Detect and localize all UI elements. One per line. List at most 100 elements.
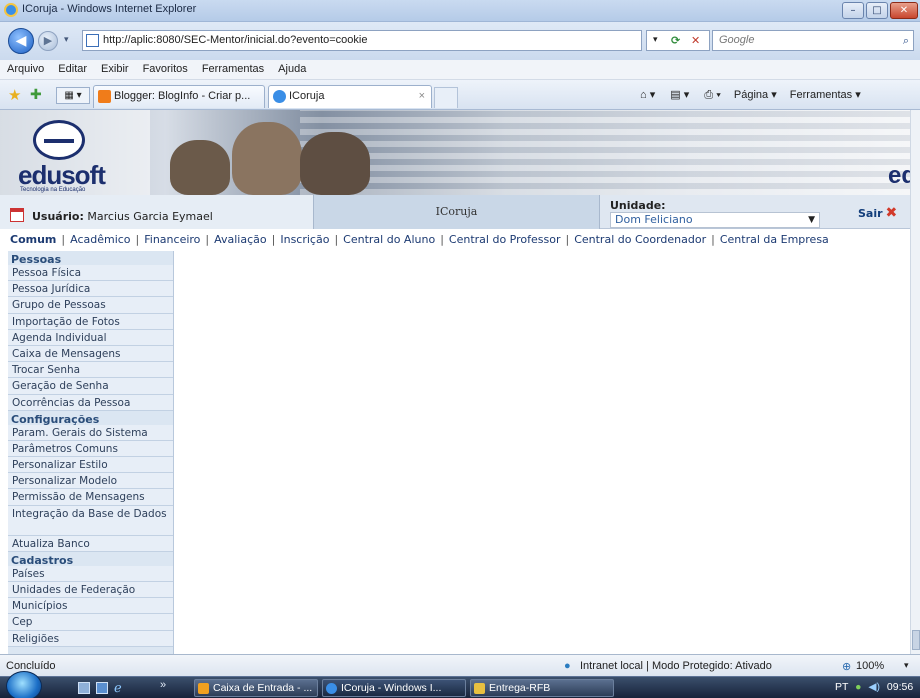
history-dropdown-icon[interactable]: ▾ [64, 35, 69, 45]
volume-icon[interactable]: ◀) [868, 681, 880, 693]
favorites-star-icon[interactable]: ★ [8, 86, 21, 104]
menu-bar: Arquivo Editar Exibir Favoritos Ferramentas A… [0, 60, 920, 80]
address-dropdown-icon[interactable]: ▾ [653, 31, 658, 50]
module-inscricao[interactable]: Inscrição [280, 233, 329, 246]
task-entrega-rfb[interactable]: Entrega-RFB [470, 679, 614, 697]
show-desktop-icon[interactable] [78, 682, 90, 694]
command-bar: ⌂ ▾ ▤ ▾ ⎙ ▾ Página ▾ Ferramentas ▾ [640, 88, 861, 102]
user-name: Marcius Garcia Eymael [87, 210, 213, 223]
module-central-empresa[interactable]: Central da Empresa [720, 233, 829, 246]
sidebar-item-personalizar-estilo[interactable]: Personalizar Estilo [8, 457, 173, 474]
more-quicklaunch-icon[interactable]: » [160, 679, 166, 691]
task-icoruja-label: ICoruja - Windows I... [341, 682, 442, 694]
status-text: Concluído [6, 660, 56, 672]
add-favorite-icon[interactable]: ✚ [30, 86, 42, 103]
vertical-scrollbar[interactable] [910, 110, 920, 654]
menu-ferramentas[interactable]: Ferramentas [195, 60, 271, 75]
sidebar-item-agenda-individual[interactable]: Agenda Individual [8, 329, 173, 346]
task-caixa-entrada[interactable]: Caixa de Entrada - ... [194, 679, 318, 697]
menu-favoritos[interactable]: Favoritos [136, 60, 195, 75]
unidade-select[interactable]: Dom Feliciano ▼ [610, 212, 820, 228]
sidebar-item-pessoa-juridica[interactable]: Pessoa Jurídica [8, 281, 173, 298]
scrollbar-thumb[interactable] [912, 630, 920, 650]
sidebar-section-pessoas: Pessoas [11, 253, 62, 266]
security-zone[interactable]: Intranet local | Modo Protegido: Ativado [580, 660, 772, 672]
windows-taskbar: ℯ » Caixa de Entrada - ... ICoruja - Win… [0, 671, 920, 698]
new-tab-button[interactable] [434, 87, 458, 108]
module-avaliacao[interactable]: Avaliação [214, 233, 267, 246]
tab-icoruja[interactable]: ICoruja × [268, 85, 432, 108]
module-central-coordenador[interactable]: Central do Coordenador [574, 233, 706, 246]
menu-arquivo[interactable]: Arquivo [0, 60, 51, 75]
close-window-button[interactable]: ✕ [890, 2, 918, 19]
sidebar-item-param-gerais[interactable]: Param. Gerais do Sistema [8, 424, 173, 441]
sidebar-item-ocorrencias-pessoa[interactable]: Ocorrências da Pessoa [8, 394, 173, 411]
feeds-icon[interactable]: ▤ ▾ [670, 89, 689, 101]
sidebar-item-cep[interactable]: Cep [8, 614, 173, 631]
module-financeiro[interactable]: Financeiro [144, 233, 200, 246]
zoom-dropdown-icon[interactable]: ▾ [904, 660, 909, 671]
intranet-icon: ● [564, 660, 571, 672]
sidebar-item-importacao-fotos[interactable]: Importação de Fotos [8, 313, 173, 330]
switch-windows-icon[interactable] [96, 682, 108, 694]
ie-task-icon [326, 683, 337, 694]
back-button[interactable]: ◀ [8, 28, 34, 54]
blogger-icon [98, 90, 111, 103]
sidebar-item-permissao-mensagens[interactable]: Permissão de Mensagens [8, 489, 173, 506]
tab-blogger[interactable]: Blogger: BlogInfo - Criar p... [93, 85, 265, 108]
page-menu[interactable]: Página ▾ [734, 89, 777, 101]
close-tab-icon[interactable]: × [419, 86, 425, 107]
chevron-down-icon: ▼ [808, 215, 815, 225]
logout-label: Sair [858, 207, 883, 220]
task-icoruja[interactable]: ICoruja - Windows I... [322, 679, 466, 697]
zoom-level[interactable]: 100% [856, 660, 884, 672]
sidebar-item-pessoa-fisica[interactable]: Pessoa Física [8, 265, 173, 282]
home-icon[interactable]: ⌂ ▾ [640, 89, 655, 101]
sidebar-item-grupo-pessoas[interactable]: Grupo de Pessoas [8, 297, 173, 314]
tray-app-icon[interactable]: ● [855, 681, 861, 693]
forward-button[interactable]: ▶ [38, 31, 58, 51]
language-indicator[interactable]: PT [835, 681, 848, 693]
module-comum[interactable]: Comum [10, 233, 56, 246]
sidebar-item-geracao-senha[interactable]: Geração de Senha [8, 378, 173, 395]
user-label: Usuário: [32, 210, 84, 223]
ie-quicklaunch-icon[interactable]: ℯ [114, 680, 122, 696]
sidebar-item-parametros-comuns[interactable]: Parâmetros Comuns [8, 440, 173, 458]
module-central-aluno[interactable]: Central do Aluno [343, 233, 435, 246]
clock[interactable]: 09:56 [887, 681, 913, 693]
folder-icon [474, 683, 485, 694]
edusoft-logo-icon [33, 120, 85, 160]
user-bar: Usuário: Marcius Garcia Eymael ICoruja U… [0, 195, 920, 229]
zoom-icon: ⊕ [842, 661, 852, 673]
sidebar-item-unidades-federacao[interactable]: Unidades de Federação [8, 582, 173, 599]
minimize-button[interactable]: – [842, 2, 864, 19]
calendar-icon[interactable] [10, 208, 24, 222]
refresh-icon[interactable]: ⟳ [671, 31, 680, 50]
stop-icon[interactable]: ✕ [691, 31, 700, 50]
sidebar-item-municipios[interactable]: Municípios [8, 598, 173, 615]
search-input[interactable]: Google ⌕ [712, 30, 914, 51]
module-nav: Comum | Acadêmico | Financeiro | Avaliação | Ins… [10, 233, 829, 246]
module-central-professor[interactable]: Central do Professor [449, 233, 561, 246]
logout-button[interactable]: Sair ✖ [858, 205, 897, 221]
maximize-button[interactable]: □ [866, 2, 888, 19]
sidebar-item-personalizar-modelo[interactable]: Personalizar Modelo [8, 473, 173, 490]
menu-editar[interactable]: Editar [51, 60, 94, 75]
quick-tabs-button[interactable]: ▦ ▾ [56, 87, 90, 104]
module-academico[interactable]: Acadêmico [70, 233, 130, 246]
sidebar-item-religioes[interactable]: Religiões [8, 630, 173, 647]
search-icon[interactable]: ⌕ [903, 32, 909, 51]
ie-logo-icon [4, 3, 18, 17]
sidebar-item-trocar-senha[interactable]: Trocar Senha [8, 362, 173, 379]
sidebar-item-paises[interactable]: Países [8, 565, 173, 582]
start-button[interactable] [6, 671, 42, 698]
address-input[interactable]: http://aplic:8080/SEC-Mentor/inicial.do?… [82, 30, 642, 51]
tools-menu[interactable]: Ferramentas ▾ [790, 89, 861, 101]
print-icon[interactable]: ⎙ ▾ [704, 89, 720, 101]
banner-photo-person-3 [300, 132, 370, 195]
menu-ajuda[interactable]: Ajuda [271, 60, 313, 75]
sidebar-item-atualiza-banco[interactable]: Atualiza Banco [8, 535, 173, 552]
menu-exibir[interactable]: Exibir [94, 60, 136, 75]
sidebar-item-integracao-base[interactable]: Integração da Base de Dados [8, 505, 173, 536]
sidebar-item-caixa-mensagens[interactable]: Caixa de Mensagens [8, 345, 173, 363]
